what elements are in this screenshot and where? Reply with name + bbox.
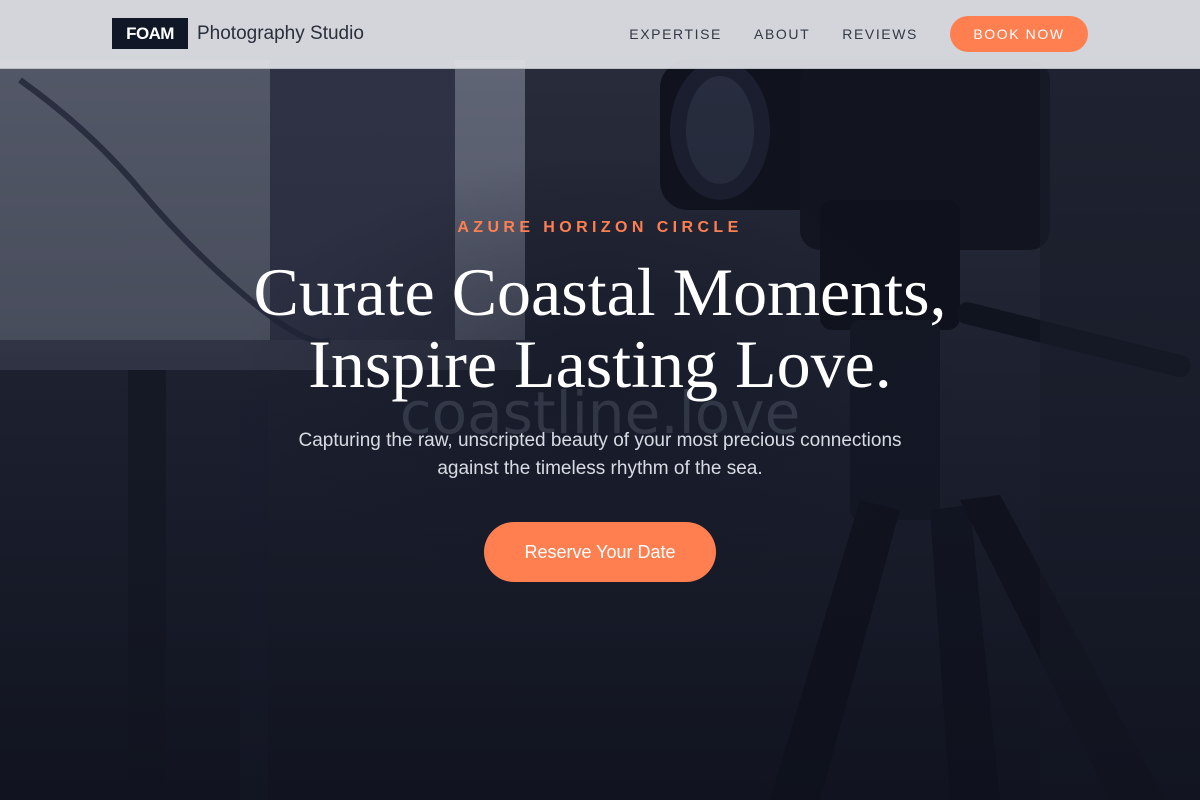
hero-headline-line1: Curate Coastal Moments, <box>253 254 947 330</box>
reserve-date-button[interactable]: Reserve Your Date <box>484 522 716 582</box>
hero-section: AZURE HORIZON CIRCLE Curate Coastal Mome… <box>0 0 1200 800</box>
hero-eyebrow: AZURE HORIZON CIRCLE <box>457 219 743 236</box>
hero-subtitle: Capturing the raw, unscripted beauty of … <box>298 430 902 479</box>
